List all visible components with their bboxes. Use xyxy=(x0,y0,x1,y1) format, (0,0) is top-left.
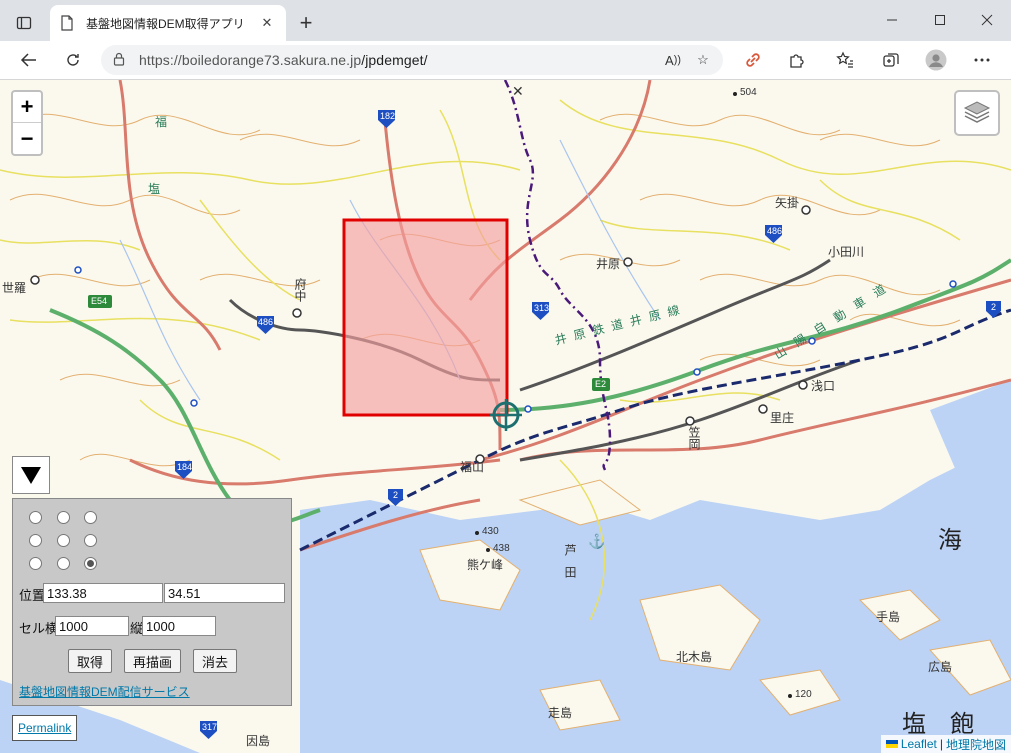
profile-avatar[interactable] xyxy=(921,45,951,75)
address-bar[interactable]: https://boiledorange73.sakura.ne.jp/jpde… xyxy=(101,45,723,75)
zoom-in-button[interactable]: + xyxy=(13,92,41,123)
label-toshima: 走島 xyxy=(548,706,573,720)
elevation-120: 120 xyxy=(795,689,812,700)
label-fukuen: 福 xyxy=(155,115,168,129)
minimize-button[interactable] xyxy=(869,4,915,36)
label-odagawa: 小田川 xyxy=(828,245,865,259)
tab-title: 基盤地図情報DEM取得アプリ xyxy=(86,16,245,31)
anchor-radio-bottom-left[interactable] xyxy=(29,557,42,570)
zoom-control: + − xyxy=(11,90,43,156)
svg-text:✕: ✕ xyxy=(512,83,524,99)
ukraine-flag-icon xyxy=(885,737,898,751)
back-arrow-icon[interactable] xyxy=(14,45,44,75)
triangle-down-icon xyxy=(21,467,41,484)
layers-icon xyxy=(963,101,991,123)
route-2-label-b: 2 xyxy=(991,302,997,312)
svg-text:⚓: ⚓ xyxy=(588,533,605,550)
label-innoshima: 因島 xyxy=(246,734,271,748)
maximize-button[interactable] xyxy=(917,4,963,36)
gsi-map-link[interactable]: 地理院地図 xyxy=(946,736,1006,753)
label-teshima: 手島 xyxy=(876,610,901,624)
label-yakake: 矢掛 xyxy=(775,196,800,210)
panel-toggle-button[interactable] xyxy=(12,456,50,494)
position-label: 位置 xyxy=(19,588,46,603)
close-tab-icon[interactable]: ✕ xyxy=(258,14,276,32)
label-kitagi: 北木島 xyxy=(676,650,713,664)
read-aloud-icon[interactable]: A)) xyxy=(661,48,685,72)
route-313-label: 313 xyxy=(534,303,550,313)
browser-tab[interactable]: 基盤地図情報DEM取得アプリ ✕ xyxy=(50,5,286,41)
refresh-icon[interactable] xyxy=(58,45,88,75)
cell-width-input[interactable] xyxy=(55,616,129,636)
add-favorite-icon[interactable]: ☆ xyxy=(691,48,715,72)
get-button[interactable]: 取得 xyxy=(68,649,113,673)
tab-strip: 基盤地図情報DEM取得アプリ ✕ + xyxy=(0,0,1011,41)
label-kasaoka: 笠岡 xyxy=(687,426,701,450)
route-317-label: 317 xyxy=(202,722,218,732)
anchor-radio-top-center[interactable] xyxy=(57,511,70,524)
page-icon xyxy=(60,15,76,31)
anchor-radio-middle-right[interactable] xyxy=(84,534,97,547)
permalink-link[interactable]: Permalink xyxy=(12,715,78,741)
anchor-radio-middle-left[interactable] xyxy=(29,534,42,547)
anchor-radio-bottom-center[interactable] xyxy=(57,557,70,570)
label-asakuchi: 浅口 xyxy=(811,379,836,393)
attribution-separator: | xyxy=(939,737,943,751)
favorites-icon[interactable] xyxy=(830,45,860,75)
route-182-label: 182 xyxy=(380,111,396,121)
browser-toolbar: https://boiledorange73.sakura.ne.jp/jpde… xyxy=(0,41,1011,80)
label-shiodai: 塩 xyxy=(148,182,161,196)
more-menu-icon[interactable] xyxy=(967,45,997,75)
elevation-438: 438 xyxy=(493,543,510,554)
label-sea-kai: 海 xyxy=(938,526,962,554)
redraw-button[interactable]: 再描画 xyxy=(124,649,182,673)
elevation-430: 430 xyxy=(482,526,499,537)
longitude-input[interactable] xyxy=(43,583,163,603)
anchor-radio-bottom-right[interactable] xyxy=(84,557,97,570)
e54-label: E54 xyxy=(91,296,108,306)
layers-button[interactable] xyxy=(954,90,1000,136)
extensions-puzzle-icon[interactable] xyxy=(782,45,812,75)
dem-panel: 位置 セル横 縦 取得 再描画 消去 基盤地図情報DEM配信サービス xyxy=(12,498,292,706)
leaflet-link[interactable]: Leaflet xyxy=(901,737,937,751)
route-2-label-a: 2 xyxy=(393,490,399,500)
label-hiroshima: 広島 xyxy=(928,660,953,674)
map-attribution: Leaflet | 地理院地図 xyxy=(880,735,1011,753)
anchor-radio-middle-center[interactable] xyxy=(57,534,70,547)
anchor-radio-top-right[interactable] xyxy=(84,511,97,524)
route-486-label-b: 486 xyxy=(767,226,783,236)
clear-button[interactable]: 消去 xyxy=(193,649,238,673)
label-sera: 世羅 xyxy=(2,281,27,295)
elevation-504: 504 xyxy=(740,87,757,98)
label-ashida: 芦田 xyxy=(563,544,577,588)
collections-icon[interactable] xyxy=(876,45,906,75)
label-kumagamine: 熊ケ峰 xyxy=(467,558,504,572)
dem-service-link[interactable]: 基盤地図情報DEM配信サービス xyxy=(19,683,190,700)
e2-label: E2 xyxy=(595,379,607,389)
new-tab-button[interactable]: + xyxy=(293,10,319,36)
close-window-button[interactable] xyxy=(964,4,1010,36)
route-486-label-a: 486 xyxy=(258,317,274,327)
cell-height-input[interactable] xyxy=(142,616,216,636)
url-text: https://boiledorange73.sakura.ne.jp/jpde… xyxy=(139,52,428,68)
zoom-out-button[interactable]: − xyxy=(13,123,41,154)
lock-icon[interactable] xyxy=(113,52,125,69)
tab-actions-icon[interactable] xyxy=(8,9,40,37)
label-fuchu: 府中 xyxy=(293,278,307,302)
cell-width-label: セル横 xyxy=(19,621,59,636)
anchor-radio-top-left[interactable] xyxy=(29,511,42,524)
extension-link-icon[interactable] xyxy=(738,45,768,75)
latitude-input[interactable] xyxy=(164,583,285,603)
label-satosho: 里庄 xyxy=(770,411,795,425)
label-ihara: 井原 xyxy=(596,257,621,271)
map-canvas[interactable]: ⚓ ✕ 府中 井原 矢掛 小田川 福山 笠岡 浅口 里庄 世羅 熊ケ峰 北木島 … xyxy=(0,80,1011,753)
route-184-label: 184 xyxy=(177,462,193,472)
label-fukuyama: 福山 xyxy=(460,460,485,474)
label-sea-shiwaku: 塩 飽 xyxy=(902,710,974,738)
